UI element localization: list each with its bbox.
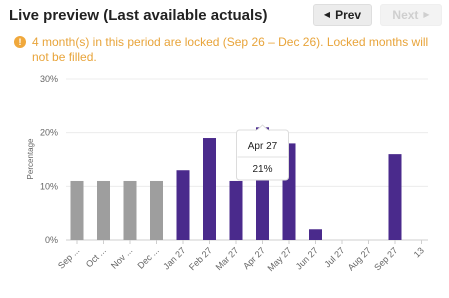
warning-text: 4 month(s) in this period are locked (Se… xyxy=(32,35,429,64)
prev-label: Prev xyxy=(335,8,362,22)
x-tick-label: Sep ... xyxy=(56,245,81,270)
x-tick-label: Oct ... xyxy=(84,245,108,269)
locked-months-warning: ! 4 month(s) in this period are locked (… xyxy=(14,35,439,65)
y-tick-label: 0% xyxy=(45,235,58,245)
y-tick-label: 10% xyxy=(40,181,58,191)
chart-header: Live preview (Last available actuals) ◀ … xyxy=(9,0,442,30)
caret-right-icon: ▶ xyxy=(423,10,430,19)
y-axis-label: Percentage xyxy=(26,138,35,179)
x-tick-label: Jun 27 xyxy=(294,245,320,271)
tooltip-category: Apr 27 xyxy=(248,141,278,152)
y-tick-label: 30% xyxy=(40,74,58,84)
next-label: Next xyxy=(392,8,419,22)
bar-chart: 0% 10% 20% 30% Percentage Sep ... Oct ... Nov .… xyxy=(26,74,428,273)
bar[interactable] xyxy=(309,229,322,240)
tooltip-pointer-mask xyxy=(256,130,269,132)
x-tick-label: Nov ... xyxy=(109,245,134,270)
bar[interactable] xyxy=(150,180,163,240)
bar[interactable] xyxy=(176,170,190,240)
bar[interactable] xyxy=(388,154,402,240)
x-tick-label: Sep 27 xyxy=(372,245,399,272)
x-tick-label: Aug 27 xyxy=(346,245,373,272)
caret-left-icon: ◀ xyxy=(323,10,331,19)
x-tick-label: Feb 27 xyxy=(187,245,214,272)
prev-button[interactable]: ◀ Prev xyxy=(313,4,372,26)
bar[interactable] xyxy=(203,138,216,240)
bar[interactable] xyxy=(229,180,243,240)
x-tick-label: 13 xyxy=(412,245,426,259)
bar[interactable] xyxy=(123,180,137,240)
page-title: Live preview (Last available actuals) xyxy=(9,7,268,24)
x-tick-label: Jan 27 xyxy=(161,245,187,271)
x-tick-label: Mar 27 xyxy=(214,245,241,272)
chart-area: 0% 10% 20% 30% Percentage Sep ... Oct ... Nov .… xyxy=(0,68,449,293)
x-tick-label: Dec ... xyxy=(135,245,160,270)
warning-icon: ! xyxy=(14,36,26,48)
tooltip-value: 21% xyxy=(252,164,272,175)
bar[interactable] xyxy=(97,180,110,240)
bar[interactable] xyxy=(70,180,84,240)
x-tick-label: Apr 27 xyxy=(241,245,267,271)
y-tick-label: 20% xyxy=(40,128,58,138)
next-button[interactable]: Next ▶ xyxy=(380,4,442,26)
x-tick-label: May 27 xyxy=(265,245,293,273)
x-tick-label: Jul 27 xyxy=(322,245,346,269)
